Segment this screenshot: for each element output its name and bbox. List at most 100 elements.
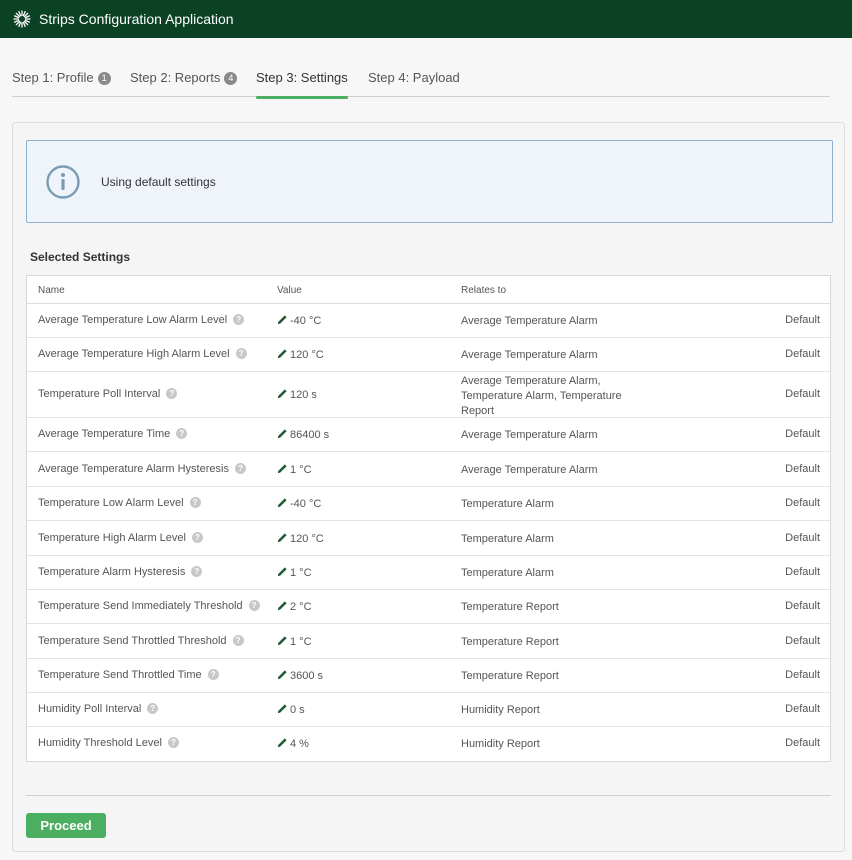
table-row: Humidity Poll Interval? 0 s Humidity Repor… [27, 693, 830, 727]
setting-value-text: 3600 s [290, 670, 324, 682]
setting-relates: Humidity Report [461, 738, 540, 750]
setting-name-text: Temperature Send Immediately Threshold [38, 600, 243, 612]
sunburst-logo-icon [12, 9, 32, 29]
setting-value[interactable]: 1 °C [277, 463, 312, 476]
setting-name-text: Temperature Poll Interval [38, 388, 161, 400]
setting-relates: Temperature Report [461, 670, 559, 682]
setting-name-text: Temperature Send Throttled Threshold [38, 635, 227, 647]
setting-status: Default [785, 388, 820, 400]
info-alert: Using default settings [26, 140, 833, 223]
edit-pencil-icon[interactable] [277, 669, 288, 680]
step-tabs: Step 1: Profile 1 Step 2: Reports 4 Step 3… [12, 62, 830, 99]
setting-name: Temperature Alarm Hysteresis? [38, 566, 203, 578]
setting-name: Temperature Send Immediately Threshold? [38, 600, 260, 612]
setting-name-text: Temperature Send Throttled Time [38, 669, 202, 681]
edit-pencil-icon[interactable] [277, 388, 288, 399]
table-header: Name Value Relates to [27, 276, 830, 304]
setting-value-text: 120 °C [290, 349, 324, 361]
tab-step-4-payload[interactable]: Step 4: Payload [368, 70, 460, 97]
edit-pencil-icon[interactable] [277, 737, 288, 748]
tab-step-2-reports[interactable]: Step 2: Reports 4 [130, 70, 238, 97]
edit-pencil-icon[interactable] [277, 463, 288, 474]
table-row: Temperature Alarm Hysteresis? 1 °C Tempera… [27, 556, 830, 590]
proceed-button[interactable]: Proceed [26, 813, 106, 838]
setting-name-text: Humidity Poll Interval [38, 703, 142, 715]
edit-pencil-icon[interactable] [277, 635, 288, 646]
setting-name-text: Average Temperature Alarm Hysteresis [38, 463, 229, 475]
setting-relates: Average Temperature Alarm [461, 315, 598, 327]
setting-value[interactable]: 3600 s [277, 669, 323, 682]
setting-value[interactable]: 1 °C [277, 635, 312, 648]
help-icon[interactable]: ? [232, 635, 244, 646]
help-icon[interactable]: ? [176, 428, 188, 439]
setting-relates: Average Temperature Alarm [461, 429, 598, 441]
setting-value-text: 4 % [290, 738, 309, 750]
setting-name: Humidity Threshold Level? [38, 737, 179, 749]
tab-step-1-profile[interactable]: Step 1: Profile 1 [12, 70, 111, 97]
setting-value[interactable]: 1 °C [277, 566, 312, 579]
edit-pencil-icon[interactable] [277, 600, 288, 611]
setting-value[interactable]: 120 °C [277, 532, 324, 545]
tab-badge: 1 [97, 72, 111, 85]
help-icon[interactable]: ? [248, 600, 260, 611]
setting-relates: Average Temperature Alarm [461, 349, 598, 361]
setting-value[interactable]: -40 °C [277, 314, 321, 327]
edit-pencil-icon[interactable] [277, 532, 288, 543]
setting-relates: Average Temperature Alarm, Temperature A… [461, 375, 622, 417]
setting-status: Default [785, 348, 820, 360]
help-icon[interactable]: ? [234, 463, 246, 474]
setting-value[interactable]: 4 % [277, 737, 309, 750]
table-row: Humidity Threshold Level? 4 % Humidity Rep… [27, 727, 830, 761]
setting-value-text: 1 °C [290, 464, 312, 476]
setting-name: Average Temperature High Alarm Level? [38, 348, 247, 360]
setting-status: Default [785, 463, 820, 475]
setting-value[interactable]: 0 s [277, 703, 305, 716]
table-row: Average Temperature Low Alarm Level? -40 … [27, 304, 830, 338]
setting-value-text: 86400 s [290, 429, 330, 441]
settings-table: Name Value Relates to Average Temperatur… [26, 275, 831, 762]
table-row: Average Temperature High Alarm Level? 120… [27, 338, 830, 372]
setting-name: Temperature Low Alarm Level? [38, 497, 201, 509]
setting-value-text: 1 °C [290, 567, 312, 579]
help-icon[interactable]: ? [166, 388, 178, 399]
setting-name: Average Temperature Time? [38, 428, 188, 440]
info-message: Using default settings [101, 175, 216, 189]
setting-name-text: Humidity Threshold Level [38, 737, 162, 749]
setting-name-text: Temperature Low Alarm Level [38, 497, 184, 509]
help-icon[interactable]: ? [191, 566, 203, 577]
table-row: Temperature Low Alarm Level? -40 °C Temper… [27, 487, 830, 521]
setting-value[interactable]: 86400 s [277, 428, 329, 441]
help-icon[interactable]: ? [167, 737, 179, 748]
edit-pencil-icon[interactable] [277, 348, 288, 359]
setting-status: Default [785, 532, 820, 544]
table-row: Average Temperature Alarm Hysteresis? 1 °… [27, 452, 830, 487]
setting-value[interactable]: 120 s [277, 388, 317, 401]
help-icon[interactable]: ? [233, 314, 245, 325]
setting-relates: Humidity Report [461, 704, 540, 716]
setting-value[interactable]: -40 °C [277, 497, 321, 510]
edit-pencil-icon[interactable] [277, 566, 288, 577]
edit-pencil-icon[interactable] [277, 703, 288, 714]
edit-pencil-icon[interactable] [277, 497, 288, 508]
help-icon[interactable]: ? [189, 497, 201, 508]
help-icon[interactable]: ? [235, 348, 247, 359]
edit-pencil-icon[interactable] [277, 428, 288, 439]
settings-panel: Using default settings Selected Settings… [12, 122, 845, 852]
help-icon[interactable]: ? [191, 532, 203, 543]
setting-value[interactable]: 2 °C [277, 600, 312, 613]
setting-name-text: Average Temperature Low Alarm Level [38, 314, 228, 326]
tab-badge: 4 [224, 72, 238, 85]
setting-relates: Average Temperature Alarm [461, 464, 598, 476]
column-header-relates: Relates to [461, 285, 507, 296]
tab-label: Step 4: Payload [368, 70, 460, 85]
edit-pencil-icon[interactable] [277, 314, 288, 325]
setting-value[interactable]: 120 °C [277, 348, 324, 361]
tab-label: Step 2: Reports [130, 70, 221, 85]
setting-status: Default [785, 737, 820, 749]
setting-relates: Temperature Alarm [461, 498, 554, 510]
table-row: Temperature Poll Interval? 120 s Average T… [27, 372, 830, 418]
tab-step-3-settings[interactable]: Step 3: Settings [256, 70, 348, 99]
setting-name: Temperature Send Throttled Threshold? [38, 635, 244, 647]
help-icon[interactable]: ? [207, 669, 219, 680]
help-icon[interactable]: ? [147, 703, 159, 714]
